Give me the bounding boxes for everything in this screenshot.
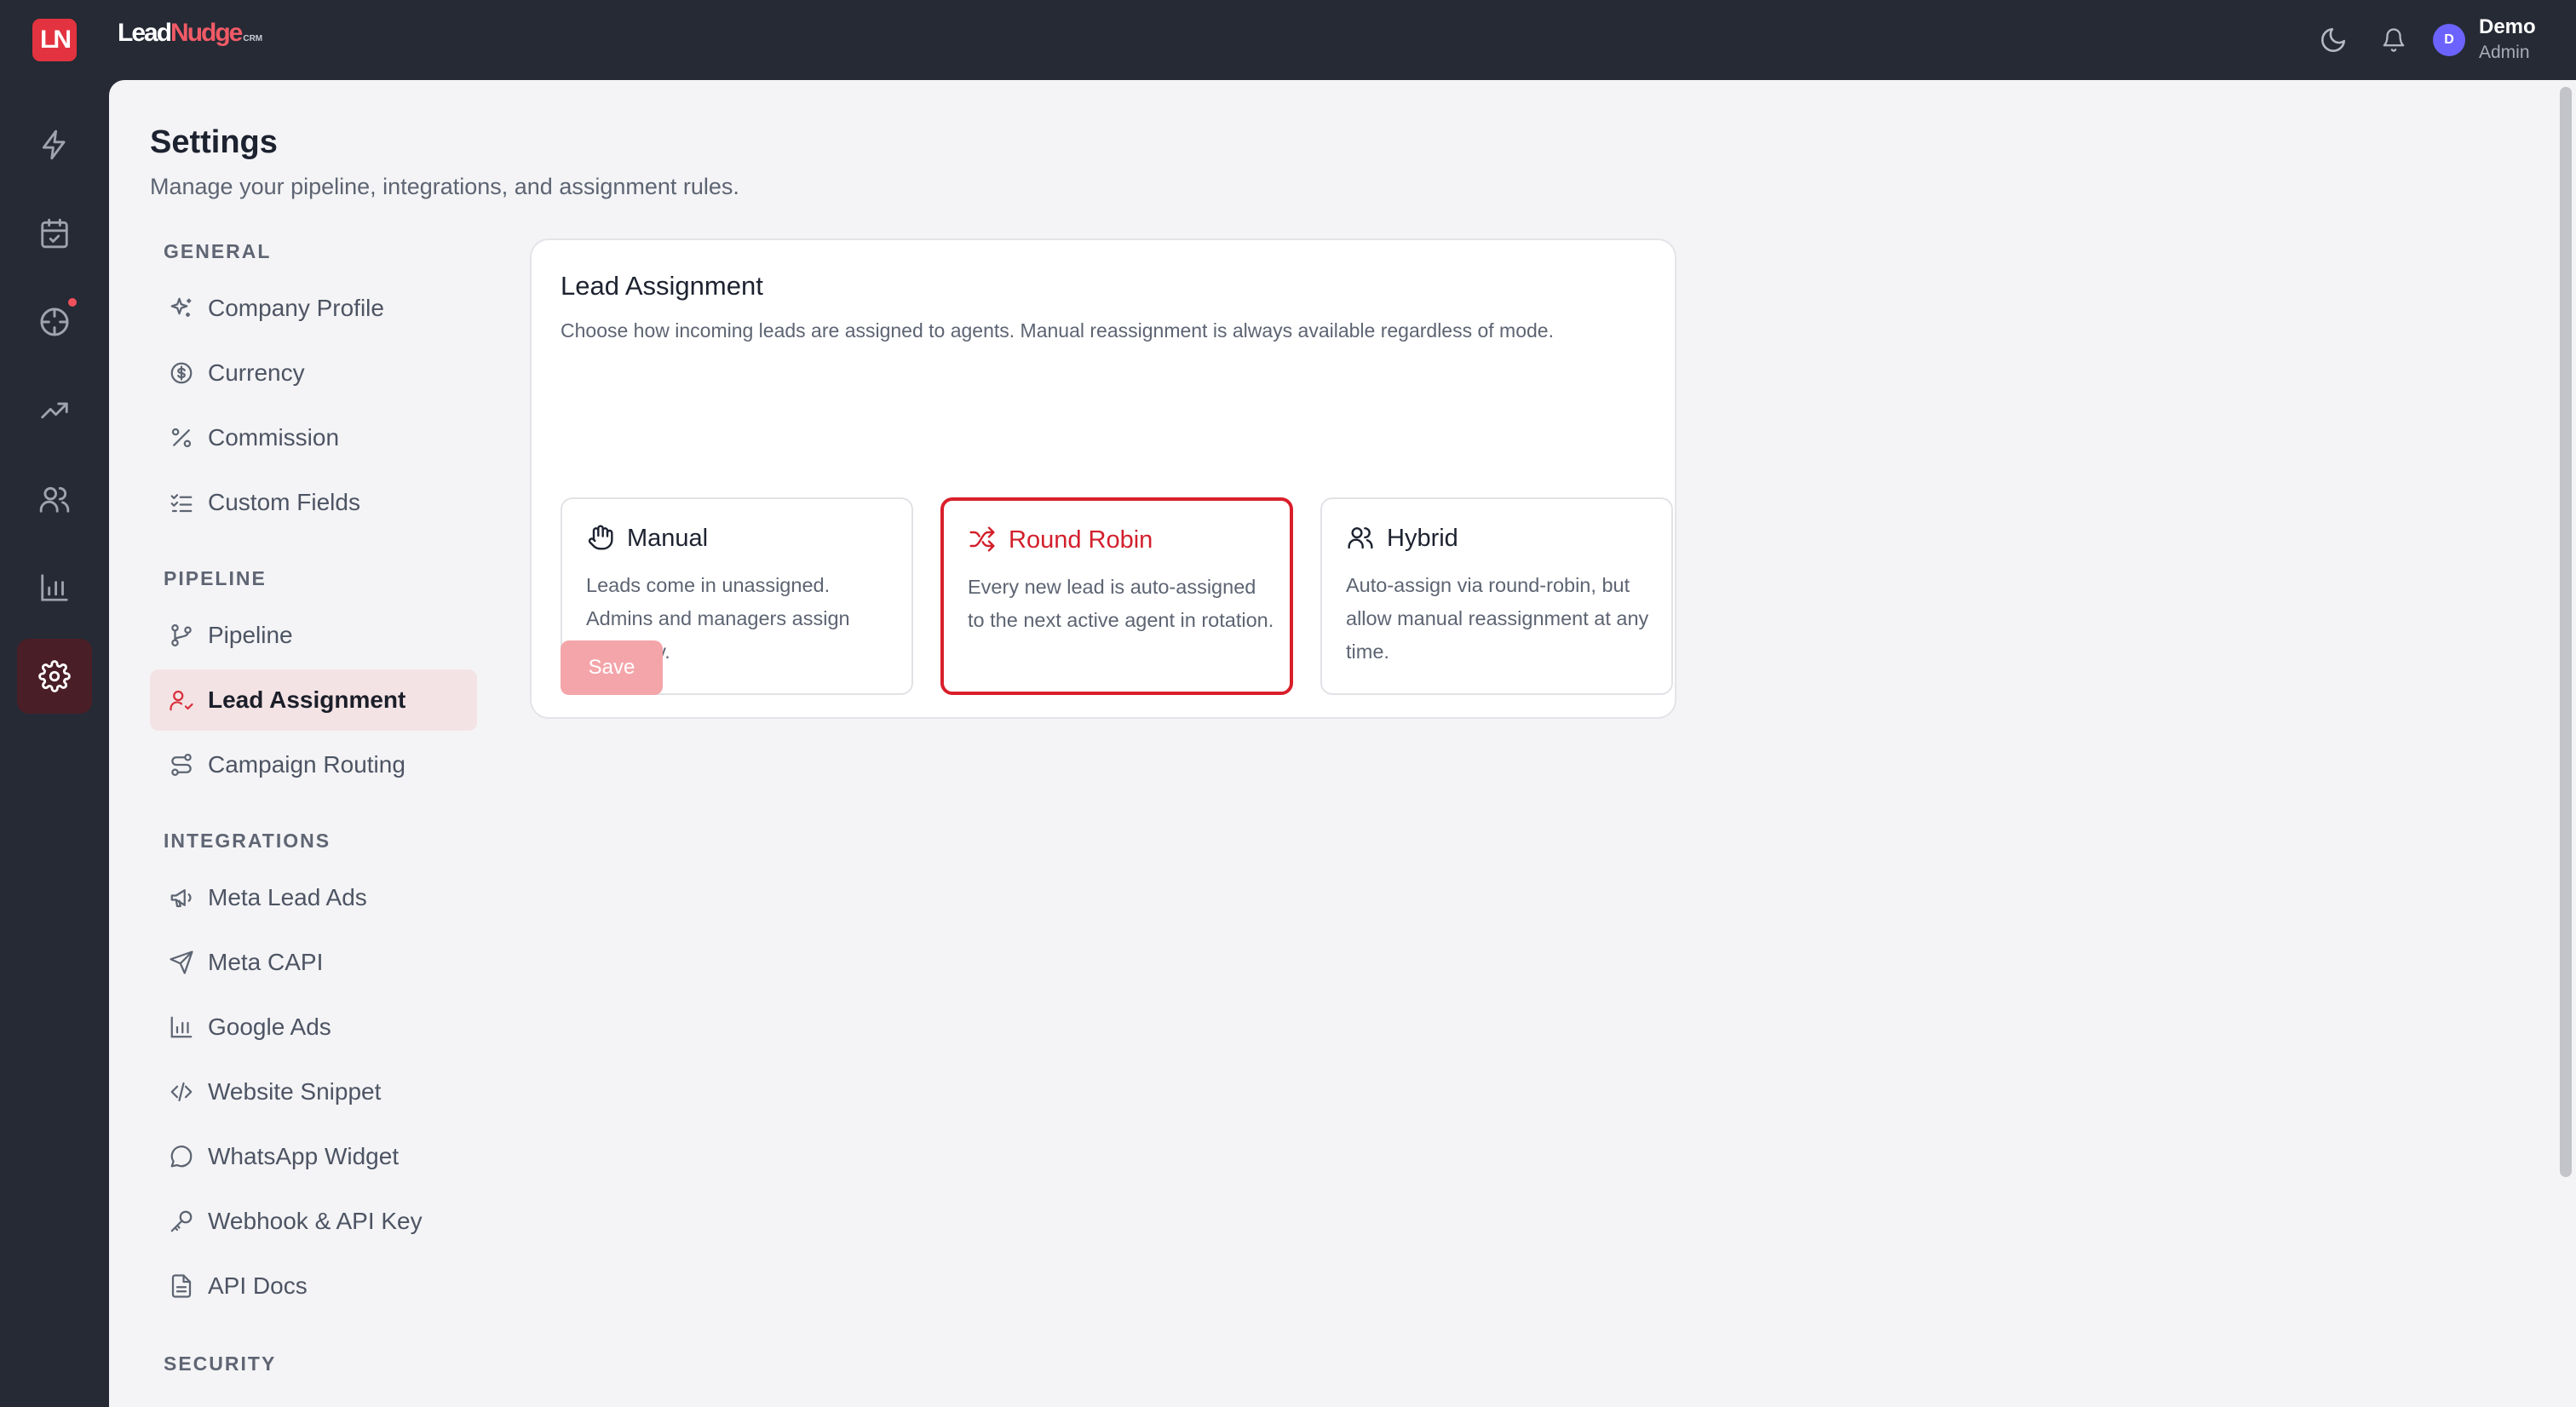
option-hybrid[interactable]: Hybrid Auto-assign via round-robin, but …	[1320, 497, 1673, 695]
section-heading-integrations: INTEGRATIONS	[164, 830, 331, 852]
option-title: Round Robin	[1009, 526, 1153, 554]
nav-label: Webhook & API Key	[208, 1208, 423, 1234]
nav-item-webhook-api-key[interactable]: Webhook & API Key	[150, 1191, 477, 1252]
nav-label: Custom Fields	[208, 489, 360, 515]
trending-up-icon	[38, 394, 71, 427]
megaphone-icon	[167, 883, 196, 912]
nav-item-custom-fields[interactable]: Custom Fields	[150, 472, 477, 533]
nav-item-google-ads[interactable]: Google Ads	[150, 996, 477, 1058]
dollar-circle-icon	[167, 359, 196, 388]
scrollbar[interactable]	[2556, 80, 2576, 1407]
section-heading-general: GENERAL	[164, 240, 272, 262]
section-heading-pipeline: PIPELINE	[164, 567, 267, 589]
shuffle-icon	[968, 525, 997, 554]
nav-label: Google Ads	[208, 1014, 331, 1040]
page-title: Settings	[150, 124, 278, 160]
list-checks-icon	[167, 488, 196, 517]
nav-label: Company Profile	[208, 295, 384, 321]
nav-label: Lead Assignment	[208, 686, 406, 713]
brand-wordmark[interactable]: Lead Nudge CRM	[118, 19, 262, 48]
nav-item-meta-capi[interactable]: Meta CAPI	[150, 932, 477, 993]
percent-icon	[167, 423, 196, 452]
rail-trends[interactable]	[17, 373, 92, 448]
bar-chart-icon	[167, 1013, 196, 1042]
nav-label: Meta Lead Ads	[208, 884, 367, 910]
nav-label: Campaign Routing	[208, 751, 405, 778]
notification-dot	[68, 298, 77, 307]
rail-calendar[interactable]	[17, 196, 92, 271]
option-round-robin[interactable]: Round Robin Every new lead is auto-assig…	[940, 497, 1293, 695]
hand-icon	[586, 523, 615, 552]
nav-item-whatsapp-widget[interactable]: WhatsApp Widget	[150, 1126, 477, 1187]
brand-part-1: Lead	[118, 19, 172, 47]
page-subtitle: Manage your pipeline, integrations, and …	[150, 174, 739, 199]
sparkles-icon	[167, 294, 196, 323]
bar-chart-icon	[38, 571, 71, 604]
user-avatar[interactable]: D	[2433, 24, 2465, 56]
settings-icon	[38, 660, 71, 692]
brand-suffix: CRM	[243, 34, 263, 43]
nav-item-campaign-routing[interactable]: Campaign Routing	[150, 734, 477, 795]
calendar-check-icon	[38, 217, 71, 250]
message-circle-icon	[167, 1142, 196, 1171]
file-text-icon	[167, 1272, 196, 1301]
rail-bolt[interactable]	[17, 107, 92, 182]
user-name[interactable]: Demo	[2479, 15, 2536, 39]
route-icon	[167, 750, 196, 779]
user-role: Admin	[2479, 43, 2530, 62]
section-heading-security: SECURITY	[164, 1352, 277, 1375]
nav-label: Currency	[208, 359, 305, 386]
rail-settings[interactable]	[17, 639, 92, 714]
card-title: Lead Assignment	[561, 271, 763, 301]
brand-part-2: Nudge	[170, 19, 243, 47]
users-icon	[1346, 523, 1375, 552]
top-bar: LN Lead Nudge CRM D Demo Admin	[0, 0, 2576, 80]
nav-label: Pipeline	[208, 622, 293, 648]
nav-item-pipeline[interactable]: Pipeline	[150, 605, 477, 666]
nav-item-commission[interactable]: Commission	[150, 407, 477, 468]
save-button[interactable]: Save	[561, 640, 663, 695]
scrollbar-thumb[interactable]	[2560, 87, 2572, 1177]
nav-item-currency[interactable]: Currency	[150, 342, 477, 404]
git-branch-icon	[167, 621, 196, 650]
rail-target[interactable]	[17, 284, 92, 359]
option-title: Hybrid	[1387, 525, 1458, 552]
crosshair-icon	[37, 305, 72, 339]
send-icon	[167, 948, 196, 977]
bell-icon[interactable]	[2376, 22, 2412, 58]
rail-users[interactable]	[17, 462, 92, 537]
nav-item-website-snippet[interactable]: Website Snippet	[150, 1061, 477, 1123]
main-panel: Settings Manage your pipeline, integrati…	[109, 80, 2576, 1407]
app-logo[interactable]: LN	[32, 19, 77, 61]
key-icon	[167, 1207, 196, 1236]
card-description: Choose how incoming leads are assigned t…	[561, 319, 1554, 342]
nav-item-lead-assignment[interactable]: Lead Assignment	[150, 669, 477, 731]
nav-item-company-profile[interactable]: Company Profile	[150, 278, 477, 339]
rail-reports[interactable]	[17, 550, 92, 625]
nav-item-api-docs[interactable]: API Docs	[150, 1255, 477, 1317]
nav-label: Meta CAPI	[208, 949, 324, 975]
nav-item-meta-lead-ads[interactable]: Meta Lead Ads	[150, 867, 477, 928]
option-description: Every new lead is auto-assigned to the n…	[968, 576, 1274, 631]
nav-label: Website Snippet	[208, 1078, 382, 1105]
code-icon	[167, 1077, 196, 1106]
users-icon	[38, 483, 71, 515]
nav-label: WhatsApp Widget	[208, 1143, 400, 1169]
option-description: Auto-assign via round-robin, but allow m…	[1346, 574, 1649, 663]
bolt-icon	[38, 129, 71, 161]
user-check-icon	[167, 686, 196, 715]
nav-label: Commission	[208, 424, 340, 451]
lead-assignment-card: Lead Assignment Choose how incoming lead…	[530, 238, 1676, 719]
option-title: Manual	[627, 525, 709, 552]
moon-icon[interactable]	[2315, 22, 2351, 58]
nav-label: API Docs	[208, 1272, 308, 1299]
